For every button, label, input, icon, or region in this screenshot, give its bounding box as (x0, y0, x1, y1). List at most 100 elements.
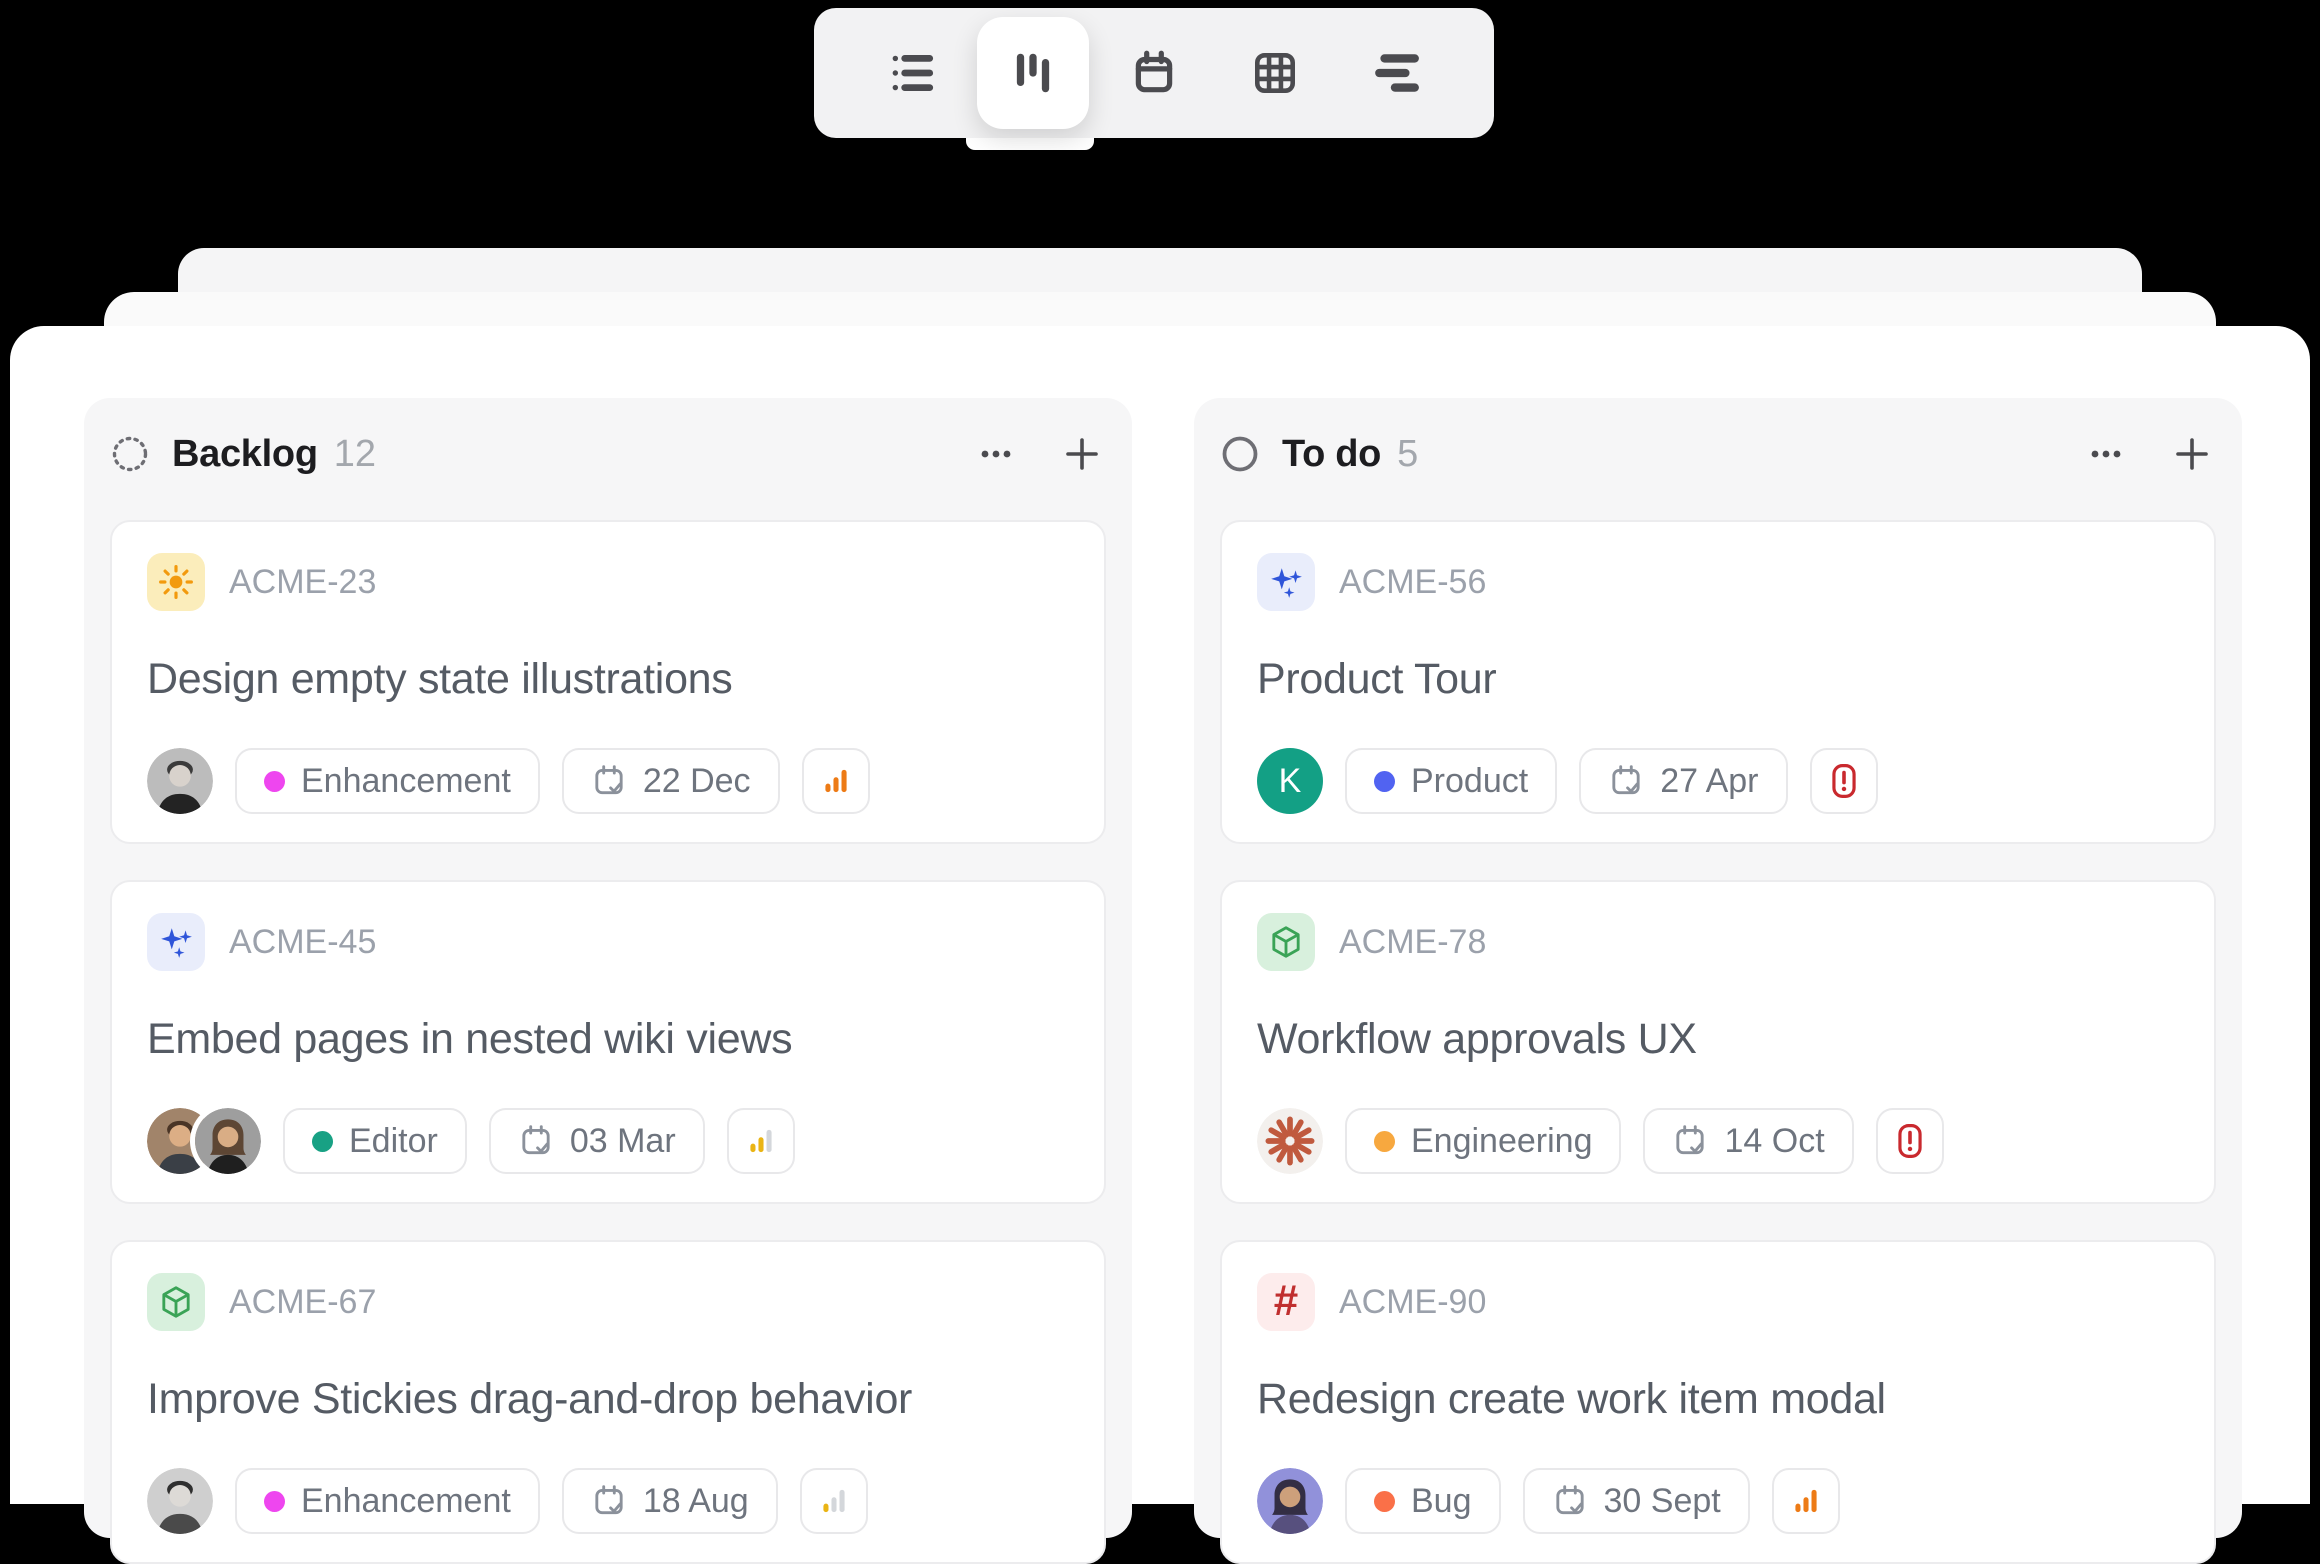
board-view-button[interactable] (977, 17, 1089, 129)
due-date-pill[interactable]: 30 Sept (1523, 1468, 1750, 1534)
label-pill[interactable]: Product (1345, 748, 1557, 814)
avatar-group (147, 1108, 261, 1174)
priority-pill[interactable] (1876, 1108, 1944, 1174)
list-view-button[interactable] (856, 17, 968, 129)
calendar-check-icon (518, 1123, 554, 1159)
list-icon (887, 48, 937, 98)
calendar-check-icon (1552, 1483, 1588, 1519)
label-dot (1374, 1491, 1395, 1512)
filter-view-button[interactable] (1340, 17, 1452, 129)
card-title: Redesign create work item modal (1257, 1375, 2179, 1424)
label-text: Product (1411, 762, 1528, 801)
card-key: ACME-67 (229, 1283, 376, 1322)
card[interactable]: ACME-23 Design empty state illustrations… (110, 520, 1106, 844)
calendar-check-icon (1672, 1123, 1708, 1159)
priority-pill[interactable] (1772, 1468, 1840, 1534)
priority-bars-icon (743, 1123, 779, 1159)
due-date-pill[interactable]: 18 Aug (562, 1468, 778, 1534)
card[interactable]: ACME-78 Workflow approvals UX Engineerin… (1220, 880, 2216, 1204)
priority-pill[interactable] (727, 1108, 795, 1174)
card-title: Workflow approvals UX (1257, 1015, 2179, 1064)
add-card-button[interactable] (2172, 434, 2212, 474)
card-title: Improve Stickies drag-and-drop behavior (147, 1375, 1069, 1424)
priority-bars-icon (816, 1483, 852, 1519)
due-date: 18 Aug (643, 1482, 749, 1521)
priority-pill[interactable] (802, 748, 870, 814)
circle-icon (1220, 434, 1260, 474)
column-title: Backlog (172, 433, 318, 476)
calendar-check-icon (591, 763, 627, 799)
avatar-initial: K (1257, 748, 1323, 814)
due-date-pill[interactable]: 03 Mar (489, 1108, 705, 1174)
priority-bars-icon (1788, 1483, 1824, 1519)
label-dot (264, 1491, 285, 1512)
card[interactable]: ACME-67 Improve Stickies drag-and-drop b… (110, 1240, 1106, 1564)
column-header: Backlog 12 (110, 430, 1102, 478)
due-date-pill[interactable]: 27 Apr (1579, 748, 1787, 814)
priority-pill[interactable] (800, 1468, 868, 1534)
card-title: Design empty state illustrations (147, 655, 1069, 704)
dashed-circle-icon (110, 434, 150, 474)
view-switcher-toolbar (814, 8, 1494, 138)
sparkles-icon (1257, 553, 1315, 611)
label-dot (264, 771, 285, 792)
column-title: To do (1282, 433, 1381, 476)
column-todo: To do 5 ACME-56 Product Tour K Product 2… (1194, 398, 2242, 1538)
cube-icon (1257, 913, 1315, 971)
due-date: 27 Apr (1660, 762, 1758, 801)
card-title: Embed pages in nested wiki views (147, 1015, 1069, 1064)
column-menu-button[interactable] (2086, 434, 2126, 474)
avatar (195, 1108, 261, 1174)
label-pill[interactable]: Enhancement (235, 1468, 540, 1534)
column-menu-button[interactable] (976, 434, 1016, 474)
avatar (1257, 1468, 1323, 1534)
due-date: 22 Dec (643, 762, 751, 801)
card[interactable]: # ACME-90 Redesign create work item moda… (1220, 1240, 2216, 1564)
calendar-view-button[interactable] (1098, 17, 1210, 129)
card[interactable]: ACME-56 Product Tour K Product 27 Apr (1220, 520, 2216, 844)
kanban-app: { "toolbar": { "views": [ {"icon": "list… (0, 0, 2320, 1504)
label-pill[interactable]: Bug (1345, 1468, 1501, 1534)
urgent-icon (1826, 763, 1862, 799)
label-pill[interactable]: Enhancement (235, 748, 540, 814)
label-text: Engineering (1411, 1122, 1592, 1161)
due-date-pill[interactable]: 14 Oct (1643, 1108, 1853, 1174)
label-text: Enhancement (301, 762, 511, 801)
card-key: ACME-23 (229, 563, 376, 602)
card-key: ACME-56 (1339, 563, 1486, 602)
hash-icon: # (1257, 1273, 1315, 1331)
label-pill[interactable]: Engineering (1345, 1108, 1621, 1174)
card-key: ACME-78 (1339, 923, 1486, 962)
label-dot (1374, 1131, 1395, 1152)
card-title: Product Tour (1257, 655, 2179, 704)
due-date: 14 Oct (1724, 1122, 1824, 1161)
label-dot (312, 1131, 333, 1152)
priority-pill[interactable] (1810, 748, 1878, 814)
due-date: 30 Sept (1604, 1482, 1721, 1521)
sun-icon (147, 553, 205, 611)
due-date: 03 Mar (570, 1122, 676, 1161)
filter-icon (1371, 48, 1421, 98)
calendar-check-icon (1608, 763, 1644, 799)
urgent-icon (1892, 1123, 1928, 1159)
card-key: ACME-90 (1339, 1283, 1486, 1322)
label-text: Editor (349, 1122, 438, 1161)
avatar (147, 1468, 213, 1534)
due-date-pill[interactable]: 22 Dec (562, 748, 780, 814)
priority-bars-icon (818, 763, 854, 799)
label-pill[interactable]: Editor (283, 1108, 467, 1174)
calendar-icon (1129, 48, 1179, 98)
column-count: 12 (334, 433, 376, 476)
table-icon (1250, 48, 1300, 98)
sparkles-icon (147, 913, 205, 971)
column-count: 5 (1397, 433, 1418, 476)
table-view-button[interactable] (1219, 17, 1331, 129)
card-key: ACME-45 (229, 923, 376, 962)
column-header: To do 5 (1220, 430, 2212, 478)
column-backlog: Backlog 12 ACME-23 Design empty state il… (84, 398, 1132, 1538)
card[interactable]: ACME-45 Embed pages in nested wiki views… (110, 880, 1106, 1204)
label-text: Bug (1411, 1482, 1472, 1521)
add-card-button[interactable] (1062, 434, 1102, 474)
label-dot (1374, 771, 1395, 792)
starburst-logo-avatar (1257, 1108, 1323, 1174)
